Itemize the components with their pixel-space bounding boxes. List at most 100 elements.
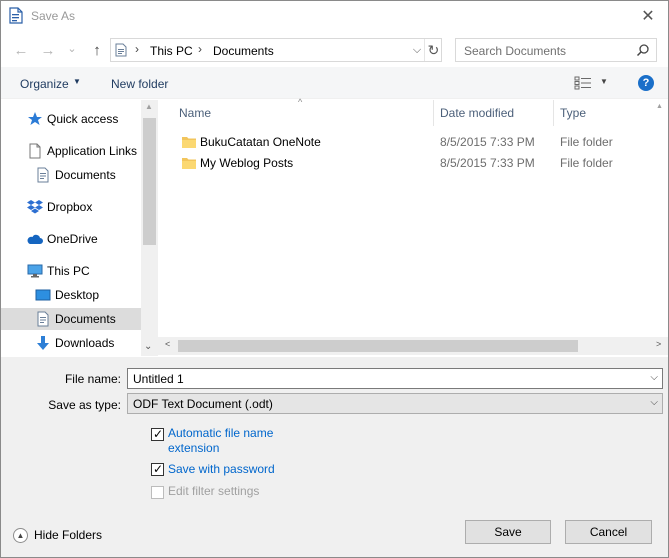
breadcrumb-this-pc[interactable]: This PC [150,44,193,58]
sidebar-item-label: Documents [55,168,116,182]
scrollbar-thumb[interactable] [178,340,578,352]
back-button[interactable]: ← [10,39,32,61]
breadcrumb-documents[interactable]: Documents [213,44,274,58]
help-button[interactable]: ? [638,75,654,91]
view-options-caret-icon[interactable]: ▼ [600,77,608,86]
column-header-name[interactable]: Name [172,100,434,126]
close-icon: ✕ [641,8,655,25]
search-placeholder: Search Documents [464,44,567,58]
back-arrow-icon: ← [13,41,29,59]
automatic-extension-label[interactable]: Automatic file name extension [168,426,298,456]
breadcrumb-separator: › [135,42,139,56]
refresh-button[interactable]: ↻ [424,39,442,61]
help-icon: ? [642,77,650,89]
cancel-button[interactable]: Cancel [565,520,652,544]
edit-filter-settings-label: Edit filter settings [168,484,260,498]
file-name-field[interactable]: Untitled 1 ⌵ [127,368,663,389]
sidebar-item-label: Dropbox [47,200,93,214]
command-bar: Organize ▼ New folder ▼ ? [1,67,668,99]
breadcrumb-separator: › [198,42,202,56]
scroll-left-icon[interactable]: < [165,339,170,349]
save-as-type-label: Save as type: [48,398,121,412]
column-header-type[interactable]: Type [554,100,652,126]
automatic-extension-checkbox[interactable]: ✓ [151,427,164,441]
address-bar[interactable]: › This PC › Documents ⌵ ↻ [110,38,442,62]
navigation-pane-scrollbar[interactable]: ▲ ⌄ [141,100,158,356]
file-list-horizontal-scrollbar[interactable]: < > [158,337,668,355]
up-button[interactable]: ↑ [86,39,108,61]
scrollbar-thumb[interactable] [143,118,156,245]
document-icon [29,143,41,159]
scroll-down-icon[interactable]: ⌄ [144,341,152,352]
sidebar-item-desktop[interactable]: Desktop [1,284,141,306]
file-name: My Weblog Posts [200,156,294,170]
save-as-dialog: Save As ✕ ← → ⌄ ↑ › This PC › Documents … [0,0,669,558]
file-list: ^ Name Date modified Type BukuCatatan On… [158,97,668,356]
checkmark-icon: ✓ [153,462,164,476]
sidebar-item-onedrive[interactable]: OneDrive [1,228,141,250]
save-as-type-select[interactable]: ODF Text Document (.odt) ⌵ [127,393,663,414]
sidebar-item-this-pc[interactable]: This PC [1,260,141,282]
column-header-label: Name [179,106,212,120]
sidebar-item-documents-selected[interactable]: Documents [1,308,141,330]
sidebar-item-documents[interactable]: Documents [1,164,141,186]
scroll-right-icon[interactable]: > [656,339,661,349]
save-button[interactable]: Save [465,520,551,544]
sidebar-item-application-links[interactable]: Application Links [1,140,141,162]
save-options-panel: File name: Untitled 1 ⌵ Save as type: OD… [1,357,668,557]
sidebar-item-dropbox[interactable]: Dropbox [1,196,141,218]
sidebar-item-label: Quick access [47,112,119,126]
save-with-password-label[interactable]: Save with password [168,462,275,477]
collapse-up-icon: ▲ [13,528,28,543]
recent-locations-button[interactable]: ⌄ [61,37,83,59]
scroll-up-icon[interactable]: ▲ [145,102,153,111]
file-name: BukuCatatan OneNote [200,135,321,149]
file-date: 8/5/2015 7:33 PM [440,135,535,149]
dropbox-icon [27,200,43,214]
chevron-down-icon: ⌵ [412,43,422,56]
sidebar-item-label: This PC [47,264,90,278]
file-type: File folder [560,156,613,170]
column-header-label: Type [560,106,587,120]
documents-icon [37,167,49,183]
caret-down-icon: ▼ [73,77,81,86]
file-name-label: File name: [64,372,121,386]
desktop-icon [35,289,51,301]
sidebar-item-label: Desktop [55,288,100,302]
sidebar-item-quick-access[interactable]: Quick access [1,108,141,130]
checkmark-icon: ✓ [153,427,164,441]
scroll-up-icon[interactable]: ▲ [656,103,663,110]
new-folder-button[interactable]: New folder [111,77,168,91]
writer-document-icon [9,7,23,24]
organize-button[interactable]: Organize [20,77,69,91]
save-with-password-checkbox[interactable]: ✓ [151,462,164,476]
navigation-bar: ← → ⌄ ↑ › This PC › Documents ⌵ ↻ Search… [1,35,668,65]
up-arrow-icon: ↑ [93,41,101,59]
folder-icon [182,158,196,169]
address-dropdown-button[interactable]: ⌵ [409,41,425,59]
chevron-down-icon: ⌵ [650,397,658,408]
folder-icon [182,137,196,148]
file-list-vertical-scrollbar[interactable]: ▲ [652,100,668,337]
download-icon [37,336,49,350]
view-options-icon[interactable] [574,76,592,90]
sidebar-item-label: Downloads [55,336,115,350]
column-header-label: Date modified [440,106,515,120]
refresh-icon: ↻ [427,41,440,58]
file-date: 8/5/2015 7:33 PM [440,156,535,170]
sidebar-item-label: Application Links [47,144,138,158]
documents-icon [115,43,127,57]
column-header-date-modified[interactable]: Date modified [434,100,554,126]
chevron-down-icon[interactable]: ⌵ [650,372,658,383]
navigation-pane: Quick access Application Links Documents… [1,100,158,356]
edit-filter-settings-checkbox [151,486,164,499]
forward-button[interactable]: → [37,39,59,61]
sidebar-item-label: Documents [55,312,116,326]
computer-icon [27,264,43,278]
sidebar-item-downloads[interactable]: Downloads [1,332,141,354]
close-button[interactable]: ✕ [634,3,662,29]
list-item[interactable]: BukuCatatan OneNote 8/5/2015 7:33 PM Fil… [158,132,658,152]
list-item[interactable]: My Weblog Posts 8/5/2015 7:33 PM File fo… [158,153,658,173]
search-icon [636,44,649,57]
search-input[interactable]: Search Documents [455,38,657,62]
